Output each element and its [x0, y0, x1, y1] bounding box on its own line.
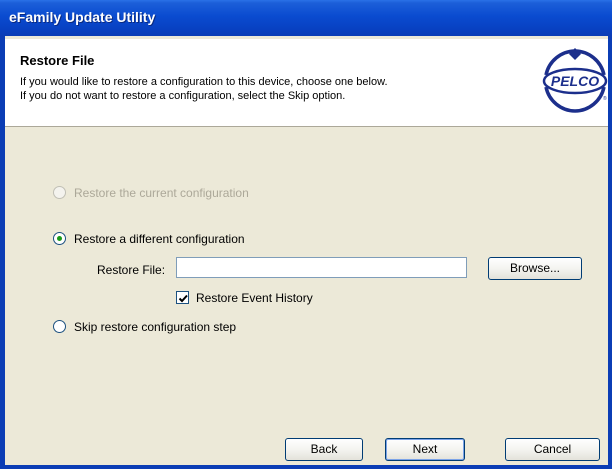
restore-current-radio[interactable]	[53, 186, 66, 199]
window-title: eFamily Update Utility	[9, 9, 156, 25]
page-title: Restore File	[20, 53, 95, 68]
browse-button[interactable]: Browse...	[488, 257, 582, 280]
svg-text:PELCO: PELCO	[551, 73, 599, 89]
header-description-line1: If you would like to restore a configura…	[20, 76, 388, 88]
restore-event-history-label[interactable]: Restore Event History	[196, 291, 313, 305]
svg-text:®: ®	[603, 95, 607, 102]
update-wizard-window: eFamily Update Utility Restore File If y…	[0, 0, 612, 469]
restore-file-input[interactable]	[176, 257, 467, 278]
restore-different-label[interactable]: Restore a different configuration	[74, 232, 245, 246]
title-bar[interactable]: eFamily Update Utility	[0, 0, 612, 36]
checkmark-icon	[178, 294, 188, 303]
cancel-button[interactable]: Cancel	[505, 438, 600, 461]
window-bottom-border	[0, 465, 612, 469]
restore-different-radio[interactable]	[53, 232, 66, 245]
skip-restore-label[interactable]: Skip restore configuration step	[74, 320, 236, 334]
restore-current-label: Restore the current configuration	[74, 186, 249, 200]
restore-event-history-checkbox[interactable]	[176, 291, 189, 304]
header-description-line2: If you do not want to restore a configur…	[20, 90, 346, 102]
next-button[interactable]: Next	[385, 438, 465, 461]
skip-restore-radio[interactable]	[53, 320, 66, 333]
restore-file-label: Restore File:	[97, 263, 166, 277]
pelco-logo: PELCO ®	[542, 48, 608, 113]
back-button[interactable]: Back	[285, 438, 363, 461]
wizard-header: Restore File If you would like to restor…	[5, 39, 608, 127]
